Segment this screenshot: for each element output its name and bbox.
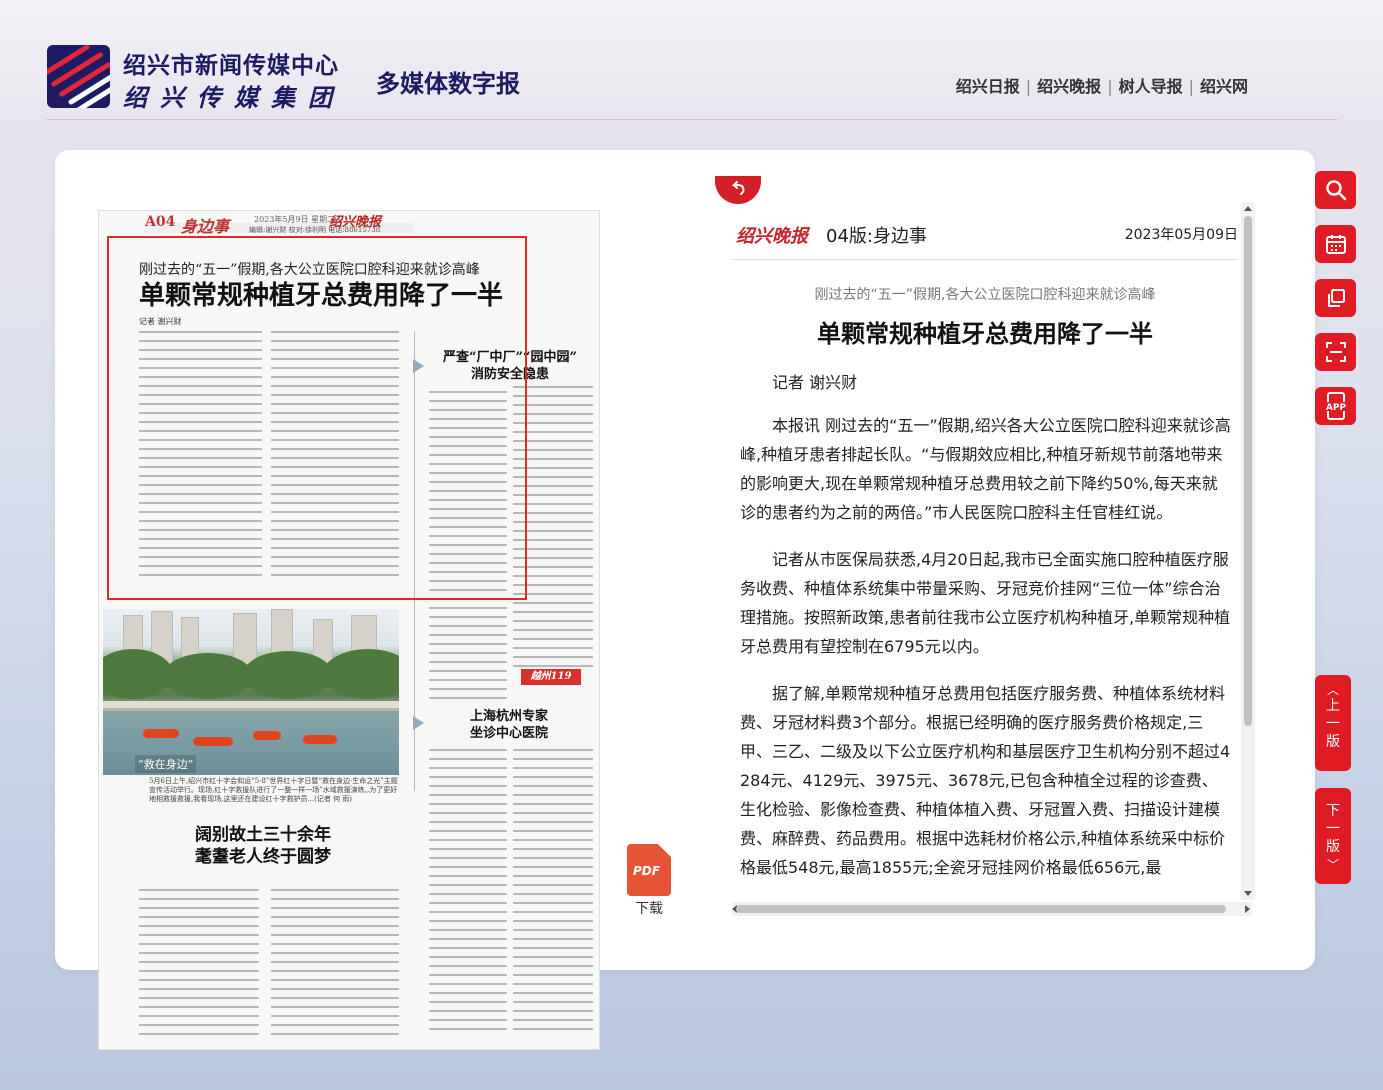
article-masthead: 绍兴晚报 [736,226,808,247]
scan-icon [1325,342,1346,362]
link-shaoxing-net[interactable]: 绍兴网 [1200,77,1248,96]
bottom-story-column-2 [271,889,399,1042]
back-arrow-icon [731,181,745,195]
scan-button[interactable] [1315,333,1356,371]
ad-banner: 越州119 [521,669,581,685]
link-shuren-daobao[interactable]: 树人导报 [1119,77,1183,96]
main-card: A04 身边事 2023年5月9日 星期二 绍兴晚报 编辑:谢兴财 校对:徐利明… [55,150,1315,1050]
page-code: A04 [145,214,176,230]
article-date: 2023年05月09日 [1124,227,1238,243]
page-editor-line: 编辑:谢兴财 校对:徐利明 电话:88615738 [249,226,381,234]
brand-logo [47,45,110,108]
bottom-story-column-1 [139,889,259,1042]
app-label: APP [1325,403,1346,413]
site-header: 绍兴市新闻传媒中心 绍兴传媒集团 多媒体数字报 绍兴日报 | 绍兴晚报 | 树人导报 | 绍… [0,0,1383,120]
article-author: 记者 谢兴财 [772,373,858,392]
pdf-icon: PDF [627,844,671,896]
group-name: 绍兴传媒集团 [123,83,345,112]
photo-overlay-caption: “救在身边” [135,755,197,773]
newspaper-page[interactable]: A04 身边事 2023年5月9日 星期二 绍兴晚报 编辑:谢兴财 校对:徐利明… [98,210,600,1050]
selected-article-highlight[interactable] [107,236,527,600]
article-header: 绍兴晚报 04版:身边事 2023年05月09日 [732,210,1238,260]
chevron-up-icon: ︿ [1326,683,1339,697]
download-label: 下载 [635,901,663,917]
article-horizontal-scrollbar[interactable] [732,902,1252,916]
side-story-marker [413,716,424,730]
article-title: 单颗常规种植牙总费用降了一半 [817,320,1153,348]
app-button[interactable]: APP [1315,387,1356,425]
link-shaoxing-evening[interactable]: 绍兴晚报 [1037,77,1101,96]
bottom-story-title: 阔别故土三十余年 耄耋老人终于圆梦 [195,825,331,867]
next-page-button[interactable]: 下一版 ﹀ [1315,788,1351,884]
news-photo: “救在身边” [103,609,399,775]
next-page-label: 下一版 [1326,803,1340,855]
link-separator: | [1025,77,1032,96]
org-name: 绍兴市新闻传媒中心 [123,52,339,79]
search-icon [1325,180,1346,201]
link-separator: | [1188,77,1194,96]
page-section: 身边事 [181,217,230,236]
side-story-2-title: 上海杭州专家 坐诊中心医院 [469,709,548,741]
back-button[interactable] [715,176,761,204]
calendar-icon [1325,235,1346,254]
article-edition: 04版:身边事 [826,226,927,247]
photo-caption: 5月6日上午,绍兴市红十字会和运“5·8”世界红十字日暨“救在身边·生命之光”主… [149,777,398,803]
scroll-up-arrow[interactable] [1244,206,1252,211]
prev-page-button[interactable]: ︿ 上一版 [1315,675,1351,771]
copy-button[interactable] [1315,279,1356,317]
site-title: 多媒体数字报 [376,69,520,98]
scroll-down-arrow[interactable] [1244,891,1252,896]
chevron-down-icon: ﹀ [1326,858,1339,872]
article-paragraph: 据了解,单颗常规种植牙总费用包括医疗服务费、种植体系统材料费、牙冠材料费3个部分… [740,684,1231,877]
copy-icon [1327,289,1345,307]
link-shaoxing-daily[interactable]: 绍兴日报 [956,77,1020,96]
scroll-thumb[interactable] [736,905,1226,913]
newspaper-links: 绍兴日报 | 绍兴晚报 | 树人导报 | 绍兴网 [956,73,1248,97]
link-separator: | [1107,77,1113,96]
side-story-2-column-2 [513,749,593,1037]
app-icon: APP [1322,392,1349,420]
page-date: 2023年5月9日 星期二 [254,215,336,224]
article-subtitle: 刚过去的“五一”假期,各大公立医院口腔科迎来就诊高峰 [814,287,1156,303]
article-paragraph: 记者从市医保局获悉,4月20日起,我市已全面实施口腔种植医疗服务收费、种植体系统… [740,550,1231,656]
article-vertical-scrollbar[interactable] [1241,202,1255,900]
article-body[interactable]: 刚过去的“五一”假期,各大公立医院口腔科迎来就诊高峰 单颗常规种植牙总费用降了一… [732,262,1238,898]
search-button[interactable] [1315,171,1356,209]
side-story-2-column-1 [429,749,507,1037]
pdf-download-button[interactable]: PDF 下载 [627,844,675,918]
header-divider [47,119,1337,120]
article-paragraph: 本报讯 刚过去的“五一”假期,绍兴各大公立医院口腔科迎来就诊高峰,种植牙患者排起… [740,416,1231,522]
prev-page-label: 上一版 [1326,698,1340,750]
scroll-right-arrow[interactable] [1245,905,1250,913]
scroll-thumb[interactable] [1244,216,1252,726]
calendar-button[interactable] [1315,225,1356,263]
